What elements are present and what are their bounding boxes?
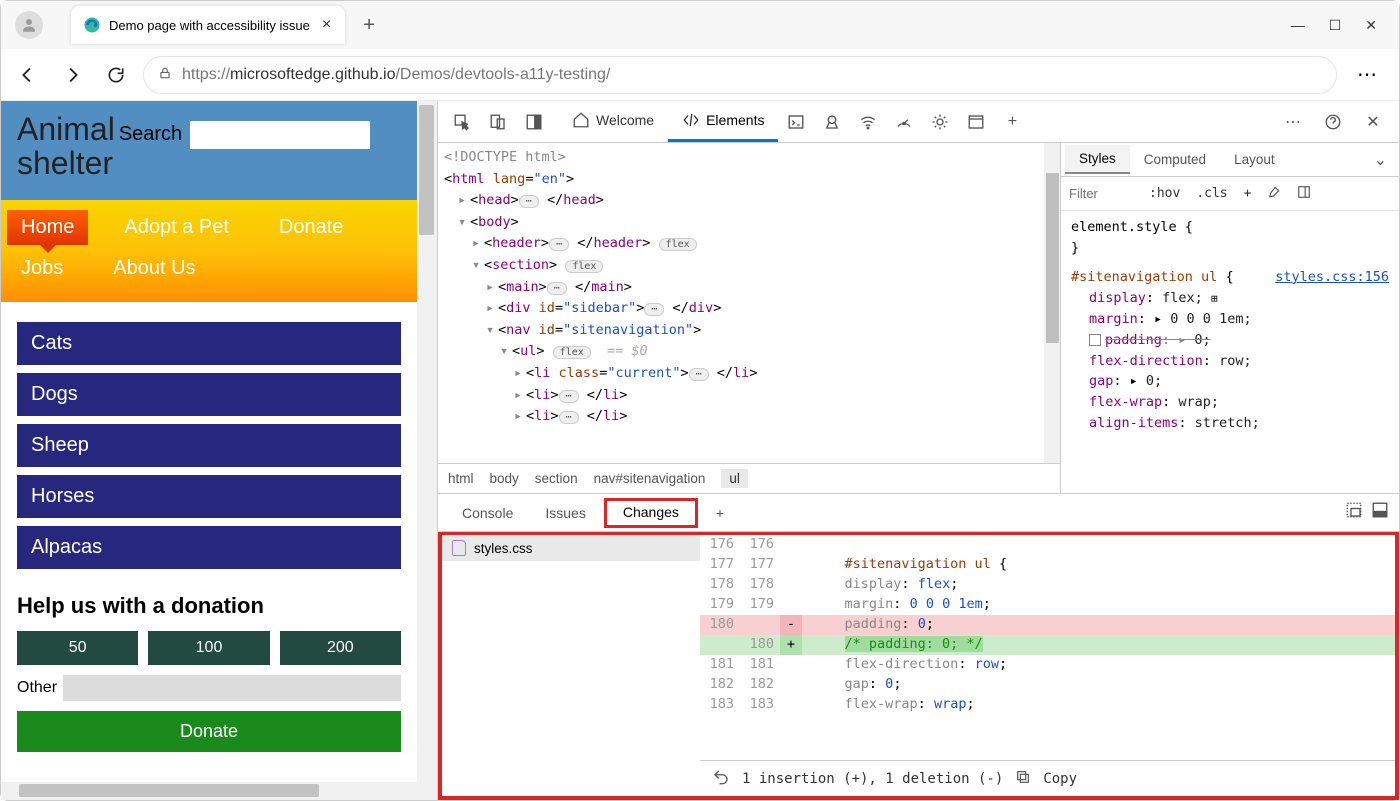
tab-changes-highlight: Changes bbox=[604, 498, 698, 528]
new-rule-icon[interactable]: + bbox=[1236, 182, 1260, 205]
device-toggle-icon[interactable] bbox=[480, 104, 516, 140]
styles-pane: Styles Computed Layout ⌄ :hov .cls + ele… bbox=[1061, 143, 1399, 493]
help-icon[interactable] bbox=[1315, 104, 1351, 140]
dom-breadcrumbs[interactable]: html body section nav#sitenavigation ul bbox=[438, 463, 1060, 493]
category-sidebar: Cats Dogs Sheep Horses Alpacas bbox=[17, 322, 401, 569]
browser-menu-icon[interactable]: ⋯ bbox=[1347, 62, 1389, 87]
site-nav-link[interactable]: Home bbox=[7, 210, 88, 245]
donation-amount-button[interactable]: 50 bbox=[17, 631, 138, 665]
donation-heading: Help us with a donation bbox=[17, 593, 401, 619]
more-tabs-icon[interactable]: ⌄ bbox=[1366, 150, 1395, 170]
styles-rules[interactable]: element.style { } #sitenavigation ul {st… bbox=[1061, 211, 1399, 493]
maximize-icon[interactable]: ☐ bbox=[1329, 17, 1342, 34]
changes-diff-pane: 176176 177177 #sitenavigation ul {178178… bbox=[700, 535, 1395, 796]
changed-file-item[interactable]: styles.css bbox=[442, 535, 700, 561]
sources-icon[interactable] bbox=[814, 104, 850, 140]
category-button[interactable]: Alpacas bbox=[17, 526, 401, 569]
changes-summary: 1 insertion (+), 1 deletion (-) bbox=[742, 771, 1003, 787]
devtools-close-icon[interactable]: ✕ bbox=[1355, 104, 1391, 140]
window-controls: — ☐ ✕ bbox=[1291, 17, 1391, 34]
scrollbar-thumb[interactable] bbox=[19, 784, 319, 797]
browser-tab[interactable]: Demo page with accessibility issue × bbox=[71, 6, 345, 44]
other-label: Other bbox=[17, 679, 57, 697]
dock-drawer-icon[interactable] bbox=[1371, 501, 1389, 524]
webpage-horizontal-scrollbar[interactable] bbox=[1, 782, 417, 800]
network-icon[interactable] bbox=[850, 104, 886, 140]
changes-status-bar: 1 insertion (+), 1 deletion (-) Copy bbox=[700, 760, 1395, 796]
tab-welcome[interactable]: Welcome bbox=[558, 101, 668, 142]
application-icon[interactable] bbox=[958, 104, 994, 140]
console-icon[interactable] bbox=[778, 104, 814, 140]
site-nav-link[interactable]: About Us bbox=[99, 251, 209, 286]
site-nav: Home Adopt a Pet Donate Jobs About Us bbox=[1, 200, 417, 302]
hov-toggle[interactable]: :hov bbox=[1141, 182, 1188, 205]
other-amount-input[interactable] bbox=[63, 675, 401, 701]
webpage-vertical-scrollbar[interactable] bbox=[417, 101, 437, 800]
tab-layout[interactable]: Layout bbox=[1220, 146, 1289, 173]
tab-computed[interactable]: Computed bbox=[1130, 146, 1220, 173]
copy-icon[interactable] bbox=[1015, 769, 1031, 789]
search-label: Search bbox=[119, 123, 182, 146]
changes-files-pane: styles.css bbox=[442, 535, 700, 796]
category-button[interactable]: Horses bbox=[17, 475, 401, 518]
tab-elements[interactable]: Elements bbox=[668, 101, 778, 142]
drawer-add-tab-icon[interactable]: + bbox=[702, 499, 738, 527]
url-text: https://microsoftedge.github.io/Demos/de… bbox=[182, 66, 610, 84]
minimize-icon[interactable]: — bbox=[1291, 17, 1305, 34]
dom-tree[interactable]: <!DOCTYPE html> <html lang="en"> ▸<head>… bbox=[438, 143, 1060, 463]
tab-changes[interactable]: Changes bbox=[609, 498, 693, 526]
search-input[interactable] bbox=[190, 121, 370, 149]
copy-label[interactable]: Copy bbox=[1043, 771, 1077, 787]
tab-issues[interactable]: Issues bbox=[531, 499, 599, 527]
donation-amount-button[interactable]: 100 bbox=[148, 631, 269, 665]
expand-drawer-icon[interactable] bbox=[1345, 501, 1363, 524]
styles-filter-input[interactable] bbox=[1061, 182, 1141, 205]
dock-icon[interactable] bbox=[516, 104, 552, 140]
tab-styles[interactable]: Styles bbox=[1065, 145, 1130, 174]
category-button[interactable]: Cats bbox=[17, 322, 401, 365]
inspect-icon[interactable] bbox=[444, 104, 480, 140]
refresh-button[interactable] bbox=[99, 58, 133, 92]
performance-icon[interactable] bbox=[886, 104, 922, 140]
donate-button[interactable]: Donate bbox=[17, 711, 401, 752]
lock-icon bbox=[158, 66, 172, 83]
back-button[interactable] bbox=[11, 58, 45, 92]
tab-title: Demo page with accessibility issue bbox=[109, 18, 310, 33]
category-button[interactable]: Sheep bbox=[17, 424, 401, 467]
stylesheet-link[interactable]: styles.css:156 bbox=[1275, 267, 1389, 288]
add-tab-icon[interactable]: + bbox=[994, 104, 1030, 140]
forward-button[interactable] bbox=[55, 58, 89, 92]
revert-icon[interactable] bbox=[712, 768, 730, 790]
dom-scrollbar[interactable] bbox=[1044, 143, 1060, 463]
site-nav-link[interactable]: Donate bbox=[265, 210, 358, 245]
edge-favicon-icon bbox=[83, 16, 101, 34]
devtools-pane: Welcome Elements + ⋯ ✕ bbox=[437, 101, 1399, 800]
tab-close-icon[interactable]: × bbox=[318, 16, 335, 34]
browser-navbar: https://microsoftedge.github.io/Demos/de… bbox=[1, 49, 1399, 101]
window-titlebar: Demo page with accessibility issue × + —… bbox=[1, 1, 1399, 49]
donation-amount-buttons: 50 100 200 bbox=[17, 631, 401, 665]
css-file-icon bbox=[452, 540, 466, 556]
category-button[interactable]: Dogs bbox=[17, 373, 401, 416]
devtools-more-icon[interactable]: ⋯ bbox=[1275, 104, 1311, 140]
brush-icon[interactable] bbox=[1259, 181, 1289, 207]
devtools-toolbar: Welcome Elements + ⋯ ✕ bbox=[438, 101, 1399, 143]
cls-toggle[interactable]: .cls bbox=[1188, 182, 1235, 205]
computed-toggle-icon[interactable] bbox=[1289, 181, 1319, 207]
scrollbar-thumb[interactable] bbox=[419, 105, 434, 235]
address-bar[interactable]: https://microsoftedge.github.io/Demos/de… bbox=[143, 56, 1337, 94]
new-tab-button[interactable]: + bbox=[355, 10, 383, 41]
devtools-drawer: Console Issues Changes + styles.css 17 bbox=[438, 493, 1399, 800]
close-window-icon[interactable]: ✕ bbox=[1365, 17, 1377, 34]
site-title: Animalshelter bbox=[17, 113, 115, 180]
site-nav-link[interactable]: Adopt a Pet bbox=[110, 210, 243, 245]
webpage-pane: Animalshelter Search Home Adopt a Pet Dona… bbox=[1, 101, 437, 800]
tab-console[interactable]: Console bbox=[448, 499, 527, 527]
memory-icon[interactable] bbox=[922, 104, 958, 140]
site-header: Animalshelter Search bbox=[1, 101, 417, 200]
donation-amount-button[interactable]: 200 bbox=[280, 631, 401, 665]
dom-doctype: <!DOCTYPE html> bbox=[444, 147, 1054, 169]
site-nav-link[interactable]: Jobs bbox=[7, 251, 77, 286]
profile-avatar[interactable] bbox=[15, 11, 43, 39]
